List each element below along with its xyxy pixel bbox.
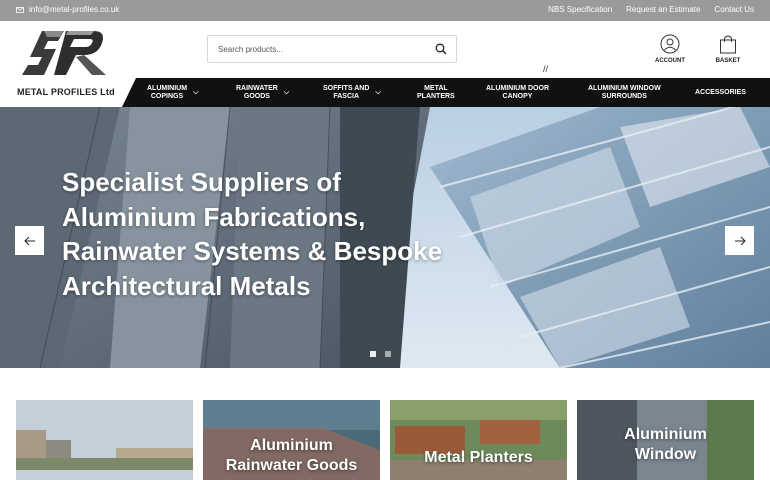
slider-dots <box>370 351 391 357</box>
chevron-down-icon: ⌵ <box>375 88 381 96</box>
basket-icon <box>720 35 736 54</box>
slider-next-button[interactable] <box>725 226 754 255</box>
email-link[interactable]: info@metal-profiles.co.uk <box>16 5 119 14</box>
card-label-line1: Aluminium <box>624 426 707 443</box>
account-label: ACCOUNT <box>655 58 685 64</box>
search-input[interactable] <box>208 36 418 62</box>
category-card-metal-planters[interactable]: Metal Planters <box>390 400 567 480</box>
nav-item-metal-planters[interactable]: METAL PLANTERS <box>417 78 455 107</box>
nav-item-aluminium-copings[interactable]: ALUMINIUM COPINGS ⌵ <box>147 78 198 107</box>
hero-title-line: Architectural Metals <box>62 270 311 301</box>
email-text: info@metal-profiles.co.uk <box>29 5 120 14</box>
contact-us-link[interactable]: Contact Us <box>714 5 754 14</box>
card-label-line1: Aluminium <box>250 437 333 454</box>
card-label: Metal Planters <box>390 448 567 468</box>
envelope-icon <box>16 6 24 13</box>
slider-dot-1[interactable] <box>370 351 376 357</box>
card-label: Aluminium Rainwater Goods <box>203 436 380 476</box>
hero-title-line: Aluminium Fabrications, <box>62 201 366 232</box>
search-icon[interactable] <box>435 43 447 55</box>
card-label-line2: Rainwater Goods <box>225 457 358 474</box>
nbs-specification-link[interactable]: NBS Specification <box>548 5 612 14</box>
account-button[interactable]: ACCOUNT <box>650 34 690 64</box>
decorative-slash: // <box>543 64 549 74</box>
category-cards: Aluminium Rainwater Goods Metal Planters… <box>0 368 770 480</box>
category-card-aluminium-window[interactable]: Aluminium Window <box>577 400 754 480</box>
slider-dot-2[interactable] <box>385 351 391 357</box>
slider-prev-button[interactable] <box>15 226 44 255</box>
nav-label-line1: ALUMINIUM DOOR <box>486 85 549 92</box>
top-bar: info@metal-profiles.co.uk NBS Specificat… <box>0 0 770 21</box>
logo-mark <box>22 31 106 75</box>
nav-label-line1: RAINWATER <box>236 85 278 92</box>
user-icon <box>660 34 680 54</box>
basket-label: BASKET <box>715 58 741 64</box>
nav-item-rainwater-goods[interactable]: RAINWATER GOODS ⌵ <box>236 78 289 107</box>
chevron-down-icon: ⌵ <box>283 88 290 96</box>
main-nav: ALUMINIUM COPINGS ⌵ RAINWATER GOODS ⌵ SOFF… <box>122 78 770 107</box>
card-label-line2: Window <box>634 446 697 463</box>
nav-label-line2: PLANTERS <box>417 92 455 100</box>
card-label-line1: Metal Planters <box>424 449 533 466</box>
arrow-left-icon <box>23 236 35 245</box>
card-image <box>16 400 193 480</box>
category-card-1[interactable] <box>16 400 193 480</box>
request-estimate-link[interactable]: Request an Estimate <box>626 5 700 14</box>
nav-item-aluminium-door-canopy[interactable]: ALUMINIUM DOOR CANOPY <box>486 78 549 107</box>
hero-title: Specialist Suppliers of Aluminium Fabric… <box>62 165 482 303</box>
arrow-right-icon <box>734 236 746 245</box>
nav-item-aluminium-window-surrounds[interactable]: ALUMINIUM WINDOW SURROUNDS <box>588 78 661 107</box>
nav-label-line1: METAL <box>424 85 448 92</box>
card-image <box>390 400 567 480</box>
nav-label-line2: CANOPY <box>502 92 533 100</box>
hero-title-line: Specialist Suppliers of <box>62 167 341 197</box>
logo-text: METAL PROFILES Ltd <box>17 87 115 97</box>
category-card-rainwater-goods[interactable]: Aluminium Rainwater Goods <box>203 400 380 480</box>
chevron-down-icon: ⌵ <box>193 88 199 96</box>
nav-label-line1: ALUMINIUM WINDOW <box>588 85 661 92</box>
nav-item-soffits-fascia[interactable]: SOFFITS AND FASCIA ⌵ <box>323 78 381 107</box>
nav-label-line1: ALUMINIUM <box>147 85 188 92</box>
nav-label-line1: SOFFITS AND <box>323 85 370 92</box>
nav-label-line2: FASCIA <box>333 92 360 100</box>
nav-label-line2: SURROUNDS <box>601 92 647 100</box>
nav-label-line2: COPINGS <box>150 92 184 100</box>
nav-item-accessories[interactable]: ACCESSORIES <box>695 78 746 107</box>
hero-title-line: Rainwater Systems & Bespoke <box>62 236 443 266</box>
nav-label-line2: GOODS <box>243 92 270 100</box>
card-label: Aluminium Window <box>577 425 754 465</box>
search-box <box>207 35 457 63</box>
nav-label-line1: ACCESSORIES <box>695 88 746 96</box>
hero-slider: Specialist Suppliers of Aluminium Fabric… <box>0 107 770 368</box>
basket-button[interactable]: BASKET <box>710 34 746 64</box>
